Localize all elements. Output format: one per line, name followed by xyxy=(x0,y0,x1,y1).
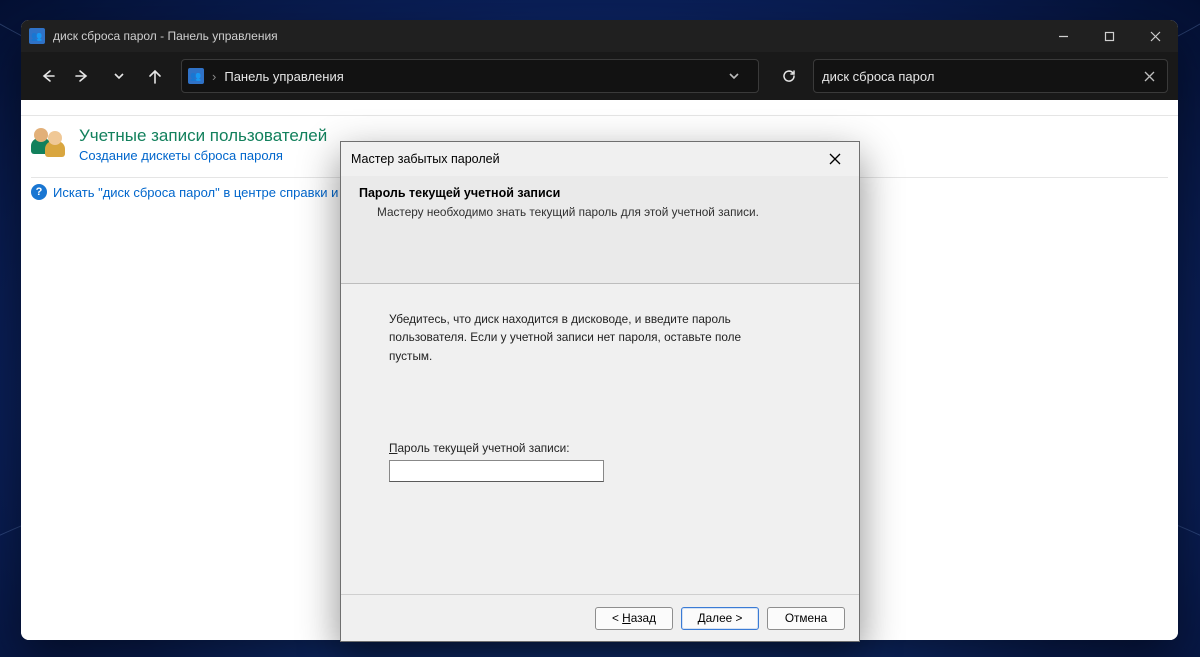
close-icon xyxy=(829,153,841,165)
maximize-button[interactable] xyxy=(1086,20,1132,52)
refresh-icon xyxy=(781,68,797,84)
wizard-footer: < Назад Далее > Отмена xyxy=(341,595,859,641)
search-input[interactable] xyxy=(822,69,1140,84)
wizard-step-title: Пароль текущей учетной записи xyxy=(359,186,841,200)
wizard-header: Пароль текущей учетной записи Мастеру не… xyxy=(341,176,859,284)
wizard-title: Мастер забытых паролей xyxy=(351,152,500,166)
minimize-icon xyxy=(1058,31,1069,42)
address-dropdown-icon[interactable] xyxy=(728,70,752,82)
nav-back-button[interactable] xyxy=(31,60,63,92)
close-icon xyxy=(1144,71,1155,82)
nav-up-button[interactable] xyxy=(139,60,171,92)
app-icon: 👥 xyxy=(29,28,45,44)
search-box[interactable] xyxy=(813,59,1168,93)
refresh-button[interactable] xyxy=(773,60,805,92)
maximize-icon xyxy=(1104,31,1115,42)
titlebar: 👥 диск сброса парол - Панель управления xyxy=(21,20,1178,52)
navigation-bar: 👥 › Панель управления xyxy=(21,52,1178,100)
arrow-up-icon xyxy=(147,68,163,84)
wizard-next-button[interactable]: Далее > xyxy=(681,607,759,630)
search-clear-button[interactable] xyxy=(1140,71,1159,82)
address-icon: 👥 xyxy=(188,68,204,84)
nav-forward-button[interactable] xyxy=(67,60,99,92)
wizard-body: Убедитесь, что диск находится в дисковод… xyxy=(341,284,859,595)
toolbar-divider xyxy=(21,100,1178,116)
wizard-step-subtitle: Мастеру необходимо знать текущий пароль … xyxy=(377,204,817,222)
address-label: Панель управления xyxy=(224,69,343,84)
arrow-left-icon xyxy=(39,68,55,84)
create-reset-disk-link[interactable]: Создание дискеты сброса пароля xyxy=(79,148,327,163)
password-field-label: Пароль текущей учетной записи: xyxy=(389,441,811,455)
search-help-label: Искать "диск сброса парол" в центре спра… xyxy=(53,185,356,200)
wizard-instruction: Убедитесь, что диск находится в дисковод… xyxy=(389,310,759,365)
nav-history-dropdown[interactable] xyxy=(103,60,135,92)
close-icon xyxy=(1150,31,1161,42)
forgotten-password-wizard: Мастер забытых паролей Пароль текущей уч… xyxy=(340,141,860,642)
wizard-back-button[interactable]: < Назад xyxy=(595,607,673,630)
wizard-close-button[interactable] xyxy=(821,145,849,173)
window-title: диск сброса парол - Панель управления xyxy=(53,29,278,43)
current-password-input[interactable] xyxy=(389,460,604,482)
breadcrumb-separator-icon: › xyxy=(212,69,216,84)
page-heading: Учетные записи пользователей xyxy=(79,126,327,146)
help-icon: ? xyxy=(31,184,47,200)
arrow-right-icon xyxy=(75,68,91,84)
minimize-button[interactable] xyxy=(1040,20,1086,52)
address-bar[interactable]: 👥 › Панель управления xyxy=(181,59,759,93)
chevron-down-icon xyxy=(728,70,740,82)
chevron-down-icon xyxy=(113,70,125,82)
close-button[interactable] xyxy=(1132,20,1178,52)
user-accounts-icon xyxy=(31,128,67,158)
wizard-titlebar: Мастер забытых паролей xyxy=(341,142,859,176)
wizard-cancel-button[interactable]: Отмена xyxy=(767,607,845,630)
